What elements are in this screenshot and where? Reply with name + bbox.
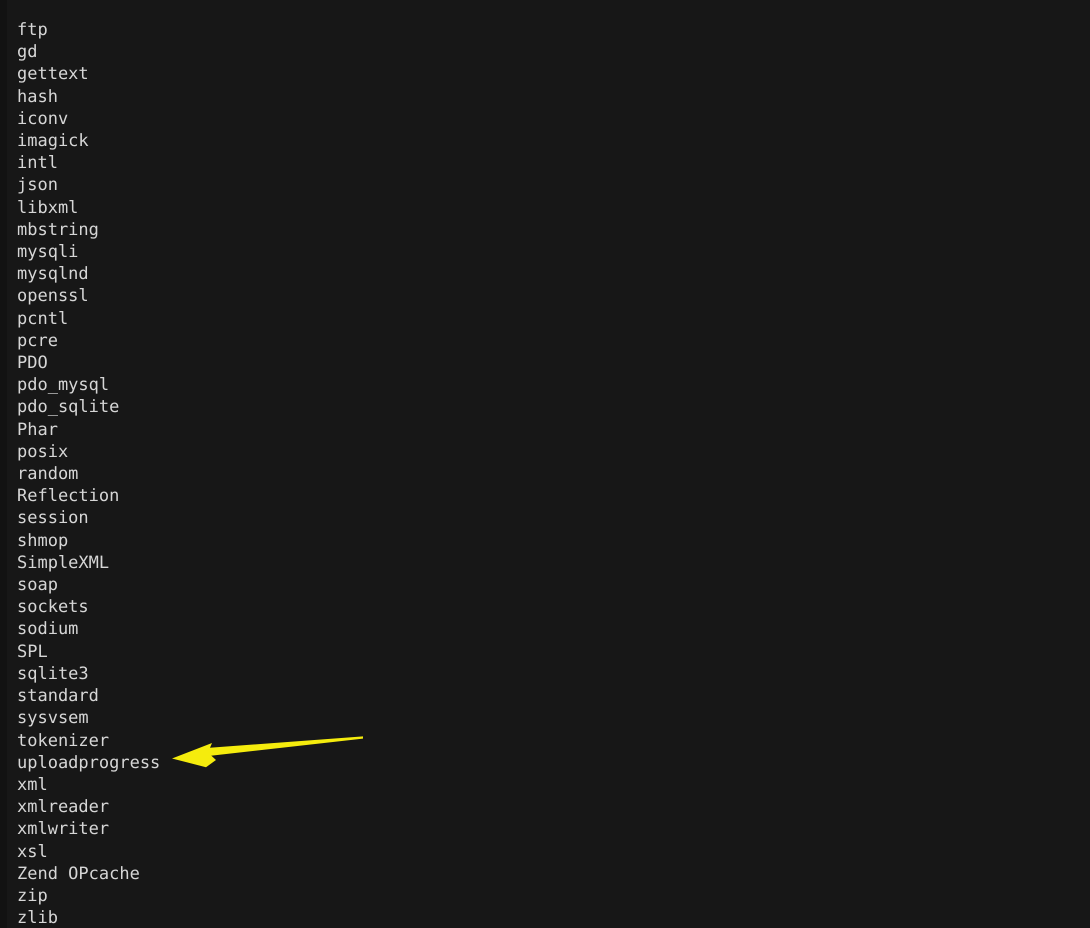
module-list-item: xmlwriter	[17, 819, 110, 840]
module-list-item: sodium	[17, 619, 79, 640]
module-list-item: SimpleXML	[17, 552, 110, 573]
terminal-left-gutter	[0, 0, 7, 928]
module-list-item: libxml	[17, 197, 79, 218]
module-list-item: uploadprogress	[17, 752, 161, 773]
module-list-item: json	[17, 175, 58, 196]
module-list-item: ftp	[17, 20, 48, 40]
module-list-item: gd	[17, 42, 38, 63]
module-list-item: SPL	[17, 641, 48, 662]
module-list-item: intl	[17, 153, 58, 174]
module-list-item: Reflection	[17, 486, 120, 507]
php-module-list: ftp gd gettext hash iconv imagick intl json libx…	[17, 19, 1017, 928]
terminal-output-pane: ftp gd gettext hash iconv imagick intl json libx…	[0, 0, 1090, 928]
module-list-item: Zend OPcache	[17, 863, 140, 884]
module-list-item: mbstring	[17, 219, 99, 240]
module-list-item: openssl	[17, 286, 89, 307]
module-list-item: mysqlnd	[17, 264, 89, 285]
module-list-item: soap	[17, 575, 58, 596]
module-list-item: sqlite3	[17, 663, 89, 684]
module-list-item: zip	[17, 885, 48, 906]
module-list-item: shmop	[17, 530, 69, 551]
module-list-item: standard	[17, 686, 99, 707]
module-list-item: gettext	[17, 64, 89, 85]
module-list-item: posix	[17, 441, 69, 462]
module-list-item: xml	[17, 774, 48, 795]
module-list-item: PDO	[17, 353, 48, 374]
module-list-item: sockets	[17, 597, 89, 618]
module-list-item: Phar	[17, 419, 58, 440]
module-list-item: session	[17, 508, 89, 529]
module-list-item: iconv	[17, 108, 69, 129]
module-list-item: hash	[17, 86, 58, 107]
module-list-item: imagick	[17, 131, 89, 152]
module-list-item: mysqli	[17, 242, 79, 263]
module-list-item: tokenizer	[17, 730, 110, 751]
module-list-item: pcntl	[17, 308, 69, 329]
module-list-item: sysvsem	[17, 708, 89, 729]
module-list-item: zlib	[17, 908, 58, 928]
module-list-item: random	[17, 464, 79, 485]
module-list-item: xmlreader	[17, 797, 110, 818]
module-list-item: pdo_sqlite	[17, 397, 120, 418]
module-list-item: xsl	[17, 841, 48, 862]
module-list-item: pdo_mysql	[17, 375, 110, 396]
module-list-item: pcre	[17, 330, 58, 351]
